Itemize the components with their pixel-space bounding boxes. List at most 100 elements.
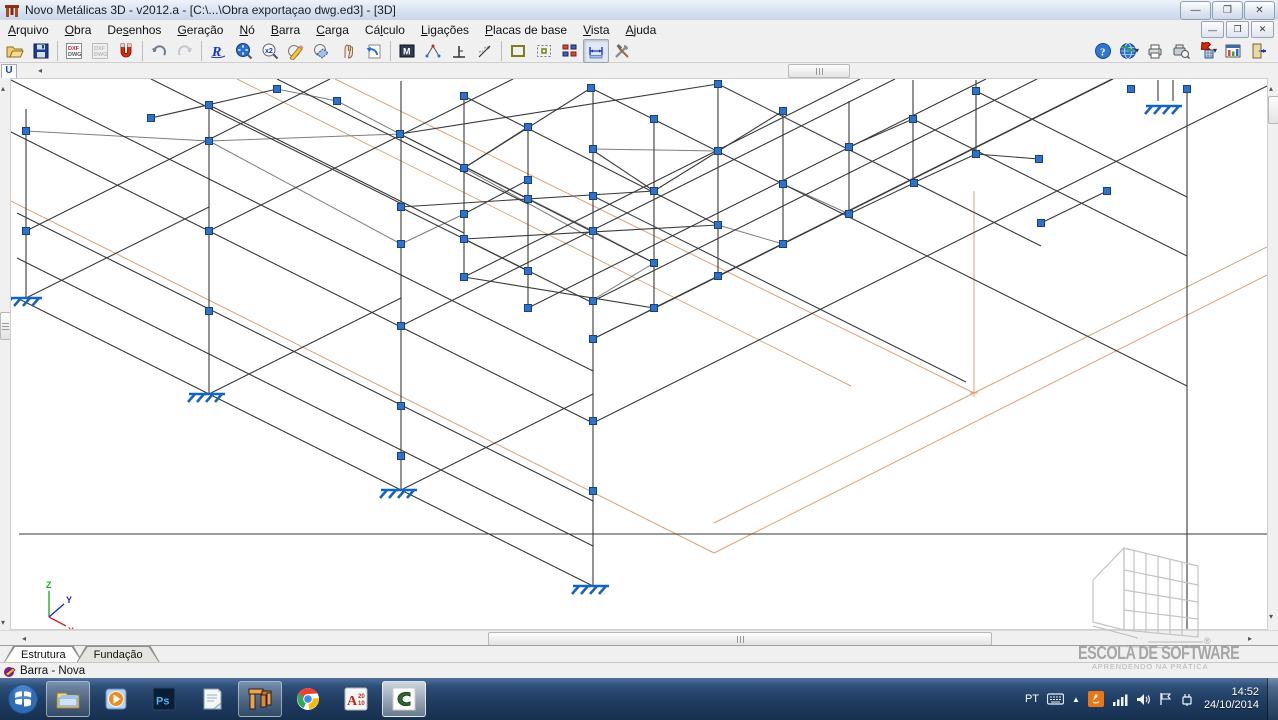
left-scrollbar[interactable]: ▴ ▾ bbox=[0, 78, 10, 630]
structure-node[interactable] bbox=[206, 228, 213, 235]
structure-bar[interactable] bbox=[591, 263, 654, 301]
structure-node[interactable] bbox=[1038, 220, 1045, 227]
tab-fundação[interactable]: Fundação bbox=[77, 646, 160, 662]
dimension-icon[interactable] bbox=[583, 39, 609, 63]
menu-ajuda[interactable]: Ajuda bbox=[618, 21, 665, 39]
drawing-canvas[interactable]: ZYX bbox=[10, 78, 1268, 630]
tools-icon[interactable] bbox=[609, 39, 635, 63]
structure-node[interactable] bbox=[525, 124, 532, 131]
structure-bar[interactable] bbox=[464, 79, 860, 277]
structure-bar[interactable] bbox=[151, 79, 400, 203]
structure-node[interactable] bbox=[461, 211, 468, 218]
structure-node[interactable] bbox=[590, 193, 597, 200]
menu-nó[interactable]: Nó bbox=[231, 21, 262, 39]
structure-node[interactable] bbox=[334, 98, 341, 105]
scroll-up-arrow[interactable]: ▴ bbox=[1269, 82, 1273, 95]
redraw-icon[interactable]: R bbox=[205, 39, 231, 63]
structure-bar[interactable] bbox=[849, 119, 913, 147]
save-icon[interactable] bbox=[28, 39, 54, 63]
structure-bar[interactable] bbox=[400, 84, 718, 134]
structure-bar[interactable] bbox=[209, 298, 401, 394]
structure-bar[interactable] bbox=[401, 394, 593, 490]
full-window-icon[interactable]: M bbox=[394, 39, 420, 63]
structure-bar[interactable] bbox=[401, 214, 464, 244]
menu-vista[interactable]: Vista bbox=[575, 21, 617, 39]
structure-node[interactable] bbox=[1104, 188, 1111, 195]
taskbar-app-media-player[interactable] bbox=[94, 681, 138, 717]
structure-bar[interactable] bbox=[26, 79, 330, 231]
structure-node[interactable] bbox=[397, 131, 404, 138]
structure-node[interactable] bbox=[590, 298, 597, 305]
show-desktop-button[interactable] bbox=[1267, 678, 1278, 720]
right-scroll-thumb[interactable] bbox=[1268, 96, 1278, 124]
structure-node[interactable] bbox=[715, 273, 722, 280]
structure-node[interactable] bbox=[461, 93, 468, 100]
fixed-support-symbol[interactable] bbox=[1145, 106, 1182, 114]
menu-ligações[interactable]: Ligações bbox=[413, 21, 477, 39]
structure-node[interactable] bbox=[651, 188, 658, 195]
fixed-support-symbol[interactable] bbox=[572, 586, 609, 594]
structure-node[interactable] bbox=[525, 177, 532, 184]
structure-bar[interactable] bbox=[1041, 191, 1107, 223]
menu-arquivo[interactable]: Arquivo bbox=[0, 21, 57, 39]
structure-bar[interactable] bbox=[10, 78, 593, 371]
dxf-export-icon[interactable]: DXFDWG bbox=[87, 39, 113, 63]
dim-diagonal-icon[interactable] bbox=[472, 39, 498, 63]
ortho-icon[interactable] bbox=[446, 39, 472, 63]
clock[interactable]: 14:52 24/10/2014 bbox=[1204, 686, 1259, 712]
structure-node[interactable] bbox=[715, 148, 722, 155]
scroll-down-arrow[interactable]: ▾ bbox=[1269, 610, 1273, 623]
structure-bar[interactable] bbox=[591, 88, 1187, 386]
undo-icon[interactable] bbox=[146, 39, 172, 63]
select-dotted-icon[interactable] bbox=[531, 39, 557, 63]
structure-bar[interactable] bbox=[209, 105, 464, 233]
menu-desenhos[interactable]: Desenhos bbox=[99, 21, 169, 39]
structure-node[interactable] bbox=[1184, 86, 1191, 93]
pan-hand-icon[interactable] bbox=[335, 39, 361, 63]
structure-node[interactable] bbox=[846, 144, 853, 151]
taskbar-app-chrome[interactable] bbox=[286, 681, 330, 717]
structure-node[interactable] bbox=[590, 146, 597, 153]
fixed-support-symbol[interactable] bbox=[380, 490, 417, 498]
scroll-down-arrow[interactable]: ▾ bbox=[1, 616, 5, 629]
menu-carga[interactable]: Carga bbox=[308, 21, 357, 39]
dxf-import-icon[interactable]: DXFDWG bbox=[61, 39, 87, 63]
java-update-icon[interactable] bbox=[1088, 691, 1104, 707]
previous-view-icon[interactable] bbox=[361, 39, 387, 63]
structure-node[interactable] bbox=[398, 453, 405, 460]
scroll-left-arrow[interactable]: ◂ bbox=[38, 64, 42, 77]
structure-node[interactable] bbox=[780, 108, 787, 115]
mdi-close-button[interactable]: ✕ bbox=[1251, 21, 1274, 38]
scroll-right-arrow[interactable]: ▸ bbox=[1248, 632, 1252, 645]
mdi-minimize-button[interactable]: — bbox=[1201, 21, 1224, 38]
restore-button[interactable]: ❐ bbox=[1212, 1, 1243, 20]
structure-node[interactable] bbox=[525, 196, 532, 203]
action-center-flag-icon[interactable] bbox=[1159, 692, 1172, 706]
grid-colors-icon[interactable] bbox=[557, 39, 583, 63]
structure-node[interactable] bbox=[910, 116, 917, 123]
structure-node[interactable] bbox=[846, 211, 853, 218]
menu-placas-de-base[interactable]: Placas de base bbox=[477, 21, 575, 39]
structure-bar[interactable] bbox=[976, 154, 1039, 159]
structure-node[interactable] bbox=[148, 115, 155, 122]
structure-bar[interactable] bbox=[10, 127, 593, 423]
print-preview-icon[interactable] bbox=[1168, 39, 1194, 63]
structure-node[interactable] bbox=[398, 403, 405, 410]
reports-icon[interactable] bbox=[1220, 39, 1246, 63]
taskbar-app-photoshop[interactable]: Ps bbox=[142, 681, 186, 717]
language-indicator[interactable]: PT bbox=[1025, 693, 1039, 705]
exit-door-icon[interactable] bbox=[1246, 39, 1272, 63]
structure-node[interactable] bbox=[715, 222, 722, 229]
safely-remove-icon[interactable] bbox=[1180, 692, 1194, 706]
structure-node[interactable] bbox=[973, 88, 980, 95]
help-icon[interactable]: ? bbox=[1090, 39, 1116, 63]
structure-bar[interactable] bbox=[209, 134, 400, 141]
magnet-icon[interactable] bbox=[113, 39, 139, 63]
erase-zoom-icon[interactable] bbox=[309, 39, 335, 63]
structure-node[interactable] bbox=[23, 128, 30, 135]
edit-zoom-icon[interactable] bbox=[283, 39, 309, 63]
taskbar-app-metalicas3d[interactable] bbox=[238, 681, 282, 717]
structure-node[interactable] bbox=[590, 488, 597, 495]
globe-icon[interactable]: ▾ bbox=[1116, 39, 1142, 63]
structure-node[interactable] bbox=[206, 102, 213, 109]
